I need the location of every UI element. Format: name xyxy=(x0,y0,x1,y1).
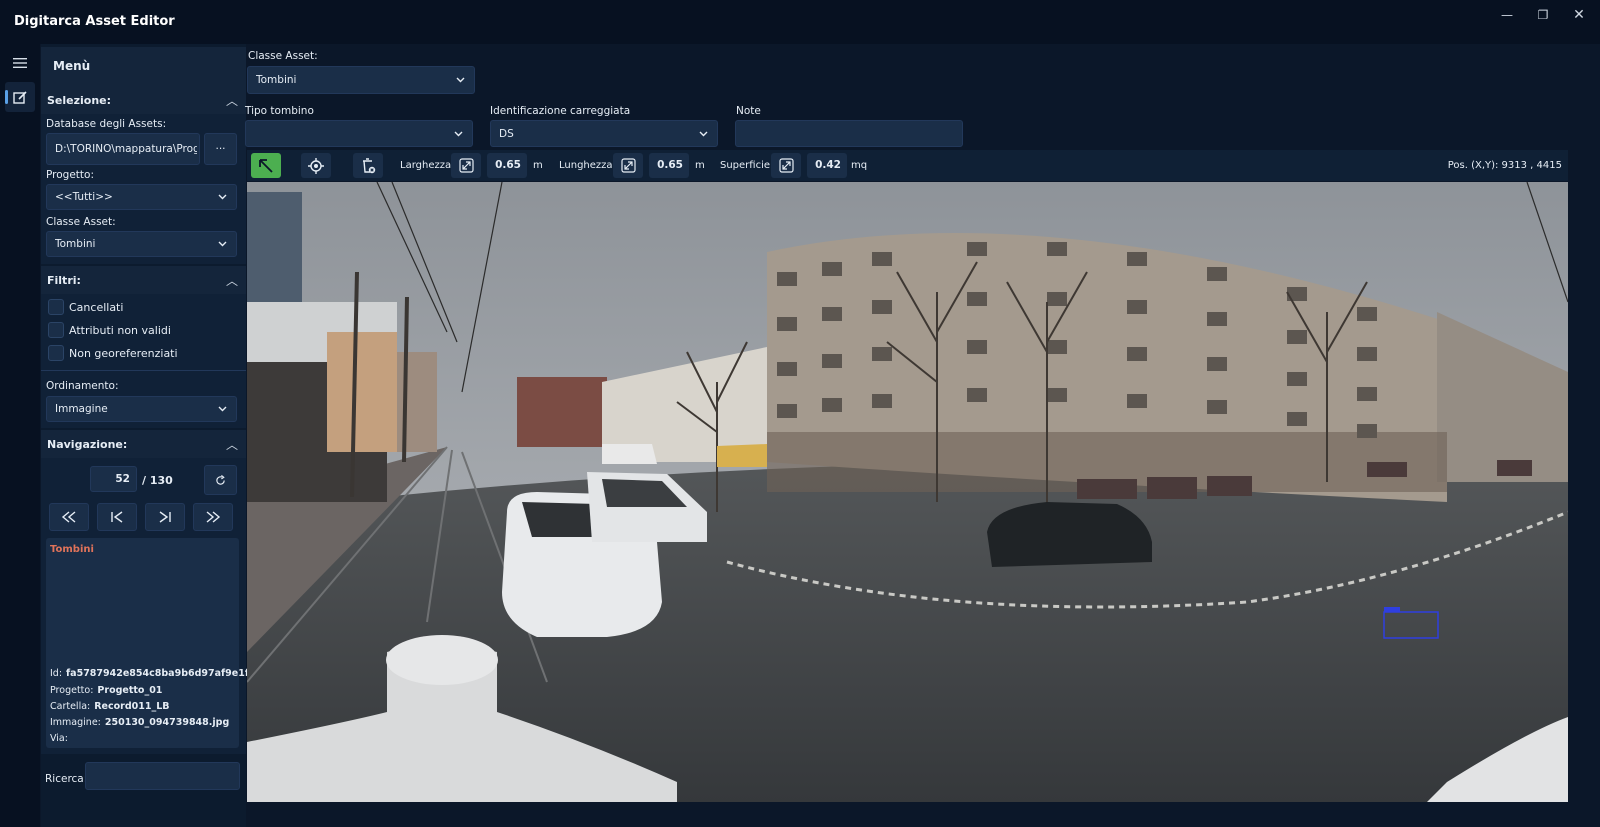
crosshair-icon xyxy=(308,157,324,174)
image-total: / 130 xyxy=(142,474,173,487)
sort-label: Ordinamento: xyxy=(46,380,119,392)
project-select[interactable]: <<Tutti>> xyxy=(46,184,237,210)
locate-button[interactable] xyxy=(301,153,331,178)
checkbox-label: Attributi non validi xyxy=(69,324,171,337)
checkbox-label: Cancellati xyxy=(69,301,124,314)
image-index-input[interactable]: 52 xyxy=(90,466,137,492)
type-label: Tipo tombino xyxy=(245,105,314,117)
checkbox-deleted[interactable] xyxy=(48,299,64,315)
notes-label: Note xyxy=(736,105,761,117)
info-id: Id: fa5787942e854c8ba9b6d97af9e1f056 xyxy=(50,668,269,679)
resize-length-button[interactable] xyxy=(613,153,643,178)
divider xyxy=(41,370,246,371)
checkbox-label: Non georeferenziati xyxy=(69,347,178,360)
close-icon[interactable]: ✕ xyxy=(1564,4,1594,26)
info-project: Progetto: Progetto_01 xyxy=(50,685,163,696)
section-navigation-header[interactable]: Navigazione: ︿ xyxy=(41,430,246,458)
info-image: Immagine: 250130_094739848.jpg xyxy=(50,717,230,728)
asset-class-name: Tombini xyxy=(50,544,94,555)
checkbox-invalid-attributes[interactable] xyxy=(48,322,64,338)
previous-image-button[interactable] xyxy=(97,503,137,531)
width-unit: m xyxy=(533,160,543,171)
title-bar: Digitarca Asset Editor — ❐ ✕ xyxy=(0,0,1600,44)
left-panel: Menù Selezione: ︿ Database degli Assets:… xyxy=(41,44,269,827)
chevron-down-icon xyxy=(218,403,227,415)
project-label: Progetto: xyxy=(46,169,94,181)
chevron-down-icon xyxy=(218,238,227,250)
app-title: Digitarca Asset Editor xyxy=(14,14,175,29)
notes-input[interactable] xyxy=(735,120,963,147)
section-filters-body: Cancellati Attributi non validi Non geor… xyxy=(41,294,246,428)
restore-icon[interactable]: ❐ xyxy=(1528,4,1558,26)
skip-previous-icon xyxy=(111,511,123,523)
refresh-button[interactable] xyxy=(204,465,237,495)
section-title: Filtri: xyxy=(47,274,81,287)
search-input[interactable] xyxy=(85,762,240,790)
type-select[interactable] xyxy=(245,120,473,147)
refresh-icon xyxy=(216,474,225,485)
asset-info-panel: Tombini Id: fa5787942e854c8ba9b6d97af9e1f… xyxy=(46,538,269,748)
section-title: Selezione: xyxy=(47,94,112,107)
length-label: Lunghezza: xyxy=(559,160,616,171)
db-label: Database degli Assets: xyxy=(46,118,167,130)
fast-rewind-icon xyxy=(61,511,76,523)
chevron-up-icon: ︿ xyxy=(225,438,238,452)
chevron-down-icon xyxy=(456,74,465,86)
info-folder: Cartella: Record011_LB xyxy=(50,701,170,712)
class-label: Classe Asset: xyxy=(46,216,116,228)
area-label: Superficie: xyxy=(720,160,774,171)
area-value[interactable]: 0.42 xyxy=(807,153,847,178)
section-selection-header[interactable]: Selezione: ︿ xyxy=(41,86,246,114)
select-tool-button[interactable] xyxy=(251,153,281,178)
attr-class-label: Classe Asset: xyxy=(248,50,318,62)
resize-width-button[interactable] xyxy=(451,153,481,178)
delete-asset-button[interactable] xyxy=(353,153,383,178)
db-path-input[interactable]: D:\TORINO\mappatura\Progetto xyxy=(46,133,200,165)
chevron-up-icon: ︿ xyxy=(225,274,238,288)
search-label: Ricerca: xyxy=(45,773,88,785)
cursor-position: Pos. (X,Y): 9313 , 4415 xyxy=(1447,160,1562,171)
chevron-down-icon xyxy=(699,128,708,140)
minimize-icon[interactable]: — xyxy=(1492,4,1522,26)
next-image-button[interactable] xyxy=(145,503,185,531)
panorama-image[interactable] xyxy=(247,182,1568,802)
length-value[interactable]: 0.65 xyxy=(649,153,689,178)
width-label: Larghezza: xyxy=(400,160,455,171)
chevron-up-icon: ︿ xyxy=(225,94,238,108)
class-select[interactable]: Tombini xyxy=(46,231,237,257)
resize-area-button[interactable] xyxy=(771,153,801,178)
select-arrow-icon xyxy=(259,158,273,173)
menu-title: Menù xyxy=(53,59,91,73)
section-selection-body: Database degli Assets: D:\TORINO\mappatu… xyxy=(41,114,246,264)
road-select[interactable]: DS xyxy=(490,120,718,147)
road-label: Identificazione carreggiata xyxy=(490,105,631,117)
first-image-button[interactable] xyxy=(49,503,89,531)
length-unit: m xyxy=(695,160,705,171)
last-image-button[interactable] xyxy=(193,503,233,531)
skip-next-icon xyxy=(159,511,171,523)
nav-rail xyxy=(0,44,40,827)
browse-button[interactable]: ··· xyxy=(204,133,237,165)
section-title: Navigazione: xyxy=(47,438,128,451)
fast-forward-icon xyxy=(206,511,221,523)
resize-icon xyxy=(620,158,636,173)
delete-asset-icon xyxy=(363,157,376,173)
section-filters-header[interactable]: Filtri: ︿ xyxy=(41,266,246,294)
measure-toolbar: Larghezza: 0.65 m Lunghezza: 0.65 m Supe… xyxy=(247,150,1568,181)
sort-select[interactable]: Immagine xyxy=(46,396,237,422)
chevron-down-icon xyxy=(218,191,227,203)
main-area: Classe Asset: Tombini Tipo tombino Ident… xyxy=(245,44,1600,827)
info-street: Via: xyxy=(50,733,68,744)
width-value[interactable]: 0.65 xyxy=(487,153,527,178)
hamburger-icon[interactable] xyxy=(5,48,35,78)
resize-icon xyxy=(778,158,794,173)
resize-icon xyxy=(458,158,474,173)
checkbox-not-georeferenced[interactable] xyxy=(48,345,64,361)
menu-header: Menù xyxy=(41,47,246,87)
editor-icon[interactable] xyxy=(5,82,35,112)
chevron-down-icon xyxy=(454,128,463,140)
attr-class-select[interactable]: Tombini xyxy=(247,66,475,94)
area-unit: mq xyxy=(851,160,868,171)
